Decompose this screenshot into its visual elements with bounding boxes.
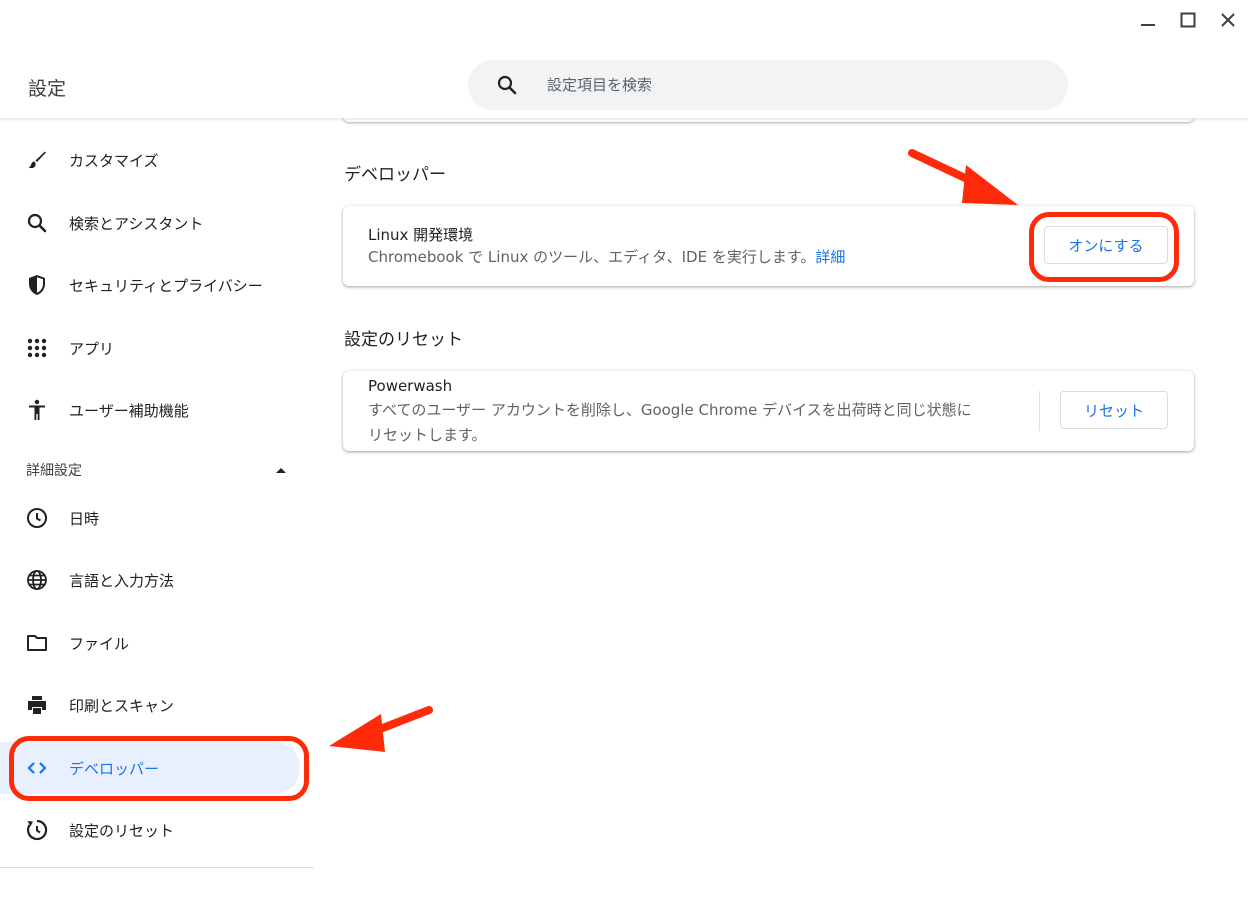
- search-box[interactable]: [468, 60, 1068, 110]
- search-input[interactable]: [545, 75, 1029, 95]
- sidebar-item-files[interactable]: ファイル: [0, 617, 300, 669]
- highlight-developer-item: [9, 736, 309, 801]
- maximize-button[interactable]: [1168, 0, 1208, 40]
- reset-icon: [25, 818, 49, 842]
- sidebar-item-label: 設定のリセット: [69, 821, 175, 840]
- powerwash-title: Powerwash: [368, 377, 453, 395]
- learn-more-link[interactable]: 詳細: [815, 248, 845, 266]
- annotation-arrow-icon: [329, 706, 433, 752]
- clock-icon: [25, 506, 49, 530]
- powerwash-card: Powerwash すべてのユーザー アカウントを削除し、Google Chro…: [343, 371, 1194, 451]
- highlight-turn-on-button: [1029, 212, 1179, 282]
- sidebar-item-language[interactable]: 言語と入力方法: [0, 554, 300, 606]
- sidebar-item-search-assistant[interactable]: 検索とアシスタント: [0, 197, 300, 249]
- annotation-arrow-icon: [908, 149, 1018, 205]
- search-icon: [25, 211, 49, 235]
- card-separator: [1039, 391, 1040, 431]
- powerwash-description-line1: すべてのユーザー アカウントを削除し、Google Chrome デバイスを出荷…: [368, 401, 972, 419]
- accessibility-icon: [25, 398, 49, 422]
- app-title: 設定: [28, 78, 67, 100]
- powerwash-reset-button[interactable]: リセット: [1060, 391, 1168, 429]
- search-icon: [497, 75, 517, 95]
- minimize-icon: [1141, 24, 1155, 26]
- sidebar-item-label: 検索とアシスタント: [69, 214, 204, 233]
- powerwash-description-line2: リセットします。: [368, 426, 487, 444]
- sidebar-item-label: カスタマイズ: [69, 151, 159, 170]
- shield-icon: [25, 273, 49, 297]
- developer-section-title: デベロッパー: [344, 165, 446, 185]
- minimize-button[interactable]: [1128, 0, 1168, 40]
- linux-title: Linux 開発環境: [368, 226, 474, 244]
- sidebar-item-print-scan[interactable]: 印刷とスキャン: [0, 679, 300, 731]
- caret-up-icon: [276, 468, 286, 473]
- powerwash-description: すべてのユーザー アカウントを削除し、Google Chrome デバイスを出荷…: [368, 398, 972, 448]
- maximize-icon: [1180, 12, 1196, 28]
- apps-grid-icon: [25, 336, 49, 360]
- sidebar-item-customize[interactable]: カスタマイズ: [0, 134, 300, 186]
- linux-description: Chromebook で Linux のツール、エディタ、IDE を実行します。…: [368, 245, 845, 270]
- sidebar-item-security[interactable]: セキュリティとプライバシー: [0, 259, 300, 311]
- globe-icon: [25, 568, 49, 592]
- sidebar-item-reset[interactable]: 設定のリセット: [0, 804, 300, 856]
- sidebar-item-datetime[interactable]: 日時: [0, 492, 300, 544]
- folder-icon: [25, 631, 49, 655]
- sidebar-item-label: セキュリティとプライバシー: [69, 276, 263, 295]
- printer-icon: [25, 693, 49, 717]
- sidebar-item-apps[interactable]: アプリ: [0, 322, 300, 374]
- advanced-settings-label: 詳細設定: [26, 463, 82, 479]
- sidebar-item-label: アプリ: [69, 339, 115, 358]
- window-controls: [1128, 0, 1248, 44]
- sidebar-item-label: 言語と入力方法: [69, 571, 175, 590]
- close-icon: [1221, 13, 1235, 27]
- sidebar-item-label: ユーザー補助機能: [69, 401, 189, 420]
- sidebar-item-label: 日時: [69, 509, 100, 528]
- sidebar-divider: [0, 867, 314, 868]
- linux-description-text: Chromebook で Linux のツール、エディタ、IDE を実行します。: [368, 248, 816, 266]
- header-shadow: [0, 118, 1248, 122]
- sidebar-item-accessibility[interactable]: ユーザー補助機能: [0, 384, 300, 436]
- advanced-settings-header[interactable]: 詳細設定: [26, 460, 288, 480]
- brush-icon: [25, 148, 49, 172]
- reset-section-title: 設定のリセット: [344, 330, 463, 350]
- sidebar-item-label: 印刷とスキャン: [69, 696, 175, 715]
- close-button[interactable]: [1208, 0, 1248, 40]
- sidebar-item-label: ファイル: [69, 634, 130, 653]
